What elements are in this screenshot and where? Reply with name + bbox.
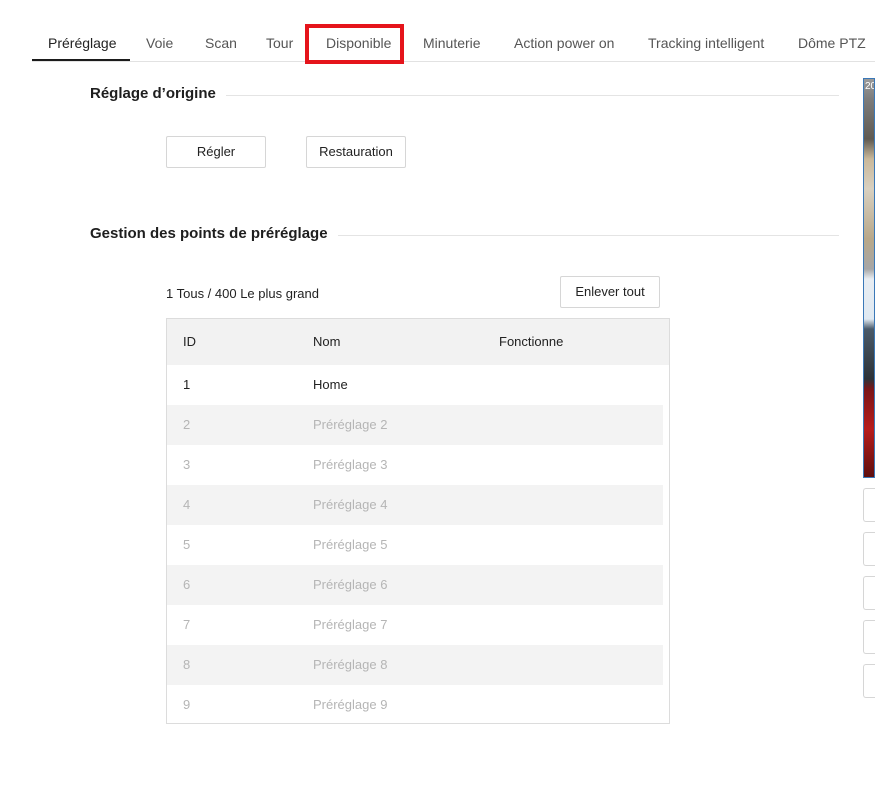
video-preview[interactable]: 20 [863, 78, 875, 478]
restore-button[interactable]: Restauration [306, 136, 406, 168]
ptz-control-button[interactable] [863, 488, 875, 522]
ptz-control-button[interactable] [863, 664, 875, 698]
row-name: Préréglage 7 [313, 617, 388, 632]
row-id: 7 [183, 617, 191, 632]
remove-all-button[interactable]: Enlever tout [560, 276, 660, 308]
row-id: 9 [183, 697, 191, 712]
ptz-control-button[interactable] [863, 532, 875, 566]
table-row[interactable]: 6 Préréglage 6 [167, 565, 663, 605]
tab-available[interactable]: Disponible [326, 26, 391, 62]
row-id: 6 [183, 577, 191, 592]
tab-timer[interactable]: Minuterie [423, 26, 481, 62]
row-name: Préréglage 4 [313, 497, 388, 512]
preview-timestamp: 20 [865, 81, 874, 92]
row-name: Préréglage 5 [313, 537, 388, 552]
preset-section-header: Gestion des points de préréglage [90, 225, 839, 247]
preset-count: 1 Tous / 400 Le plus grand [166, 286, 319, 301]
tab-tour[interactable]: Tour [266, 26, 293, 62]
preset-section-title: Gestion des points de préréglage [90, 225, 338, 242]
row-name: Préréglage 6 [313, 577, 388, 592]
table-row[interactable]: 4 Préréglage 4 [167, 485, 663, 525]
row-id: 5 [183, 537, 191, 552]
row-name: Home [313, 377, 348, 392]
tab-scan[interactable]: Scan [205, 26, 237, 62]
row-id: 2 [183, 417, 191, 432]
tab-smart-tracking[interactable]: Tracking intelligent [648, 26, 764, 62]
table-row[interactable]: 7 Préréglage 7 [167, 605, 663, 645]
row-name: Préréglage 3 [313, 457, 388, 472]
row-id: 1 [183, 377, 191, 392]
tab-lane[interactable]: Voie [146, 26, 173, 62]
table-row[interactable]: 8 Préréglage 8 [167, 645, 663, 685]
row-name: Préréglage 9 [313, 697, 388, 712]
table-row[interactable]: 5 Préréglage 5 [167, 525, 663, 565]
row-id: 8 [183, 657, 191, 672]
origin-section-title: Réglage d’origine [90, 85, 226, 102]
tab-ptz-dome[interactable]: Dôme PTZ [798, 26, 866, 62]
active-tab-indicator [32, 59, 130, 61]
tab-bar: Préréglage Voie Scan Tour Disponible Min… [32, 26, 875, 62]
table-body: 1 Home 2 Préréglage 2 3 Préréglage 3 4 P… [167, 365, 663, 725]
set-origin-button[interactable]: Régler [166, 136, 266, 168]
row-name: Préréglage 8 [313, 657, 388, 672]
column-header-function: Fonctionne [499, 334, 564, 349]
table-header: ID Nom Fonctionne [167, 319, 669, 365]
row-id: 3 [183, 457, 191, 472]
row-id: 4 [183, 497, 191, 512]
origin-section-header: Réglage d’origine [90, 85, 839, 107]
table-row[interactable]: 1 Home [167, 365, 663, 405]
column-header-name: Nom [313, 334, 341, 349]
tab-preset[interactable]: Préréglage [48, 26, 117, 62]
ptz-control-button[interactable] [863, 576, 875, 610]
row-name: Préréglage 2 [313, 417, 388, 432]
preset-table: ID Nom Fonctionne 1 Home 2 Préréglage 2 … [166, 318, 670, 724]
tab-power-on-action[interactable]: Action power on [514, 26, 614, 62]
column-header-id: ID [183, 334, 196, 349]
ptz-control-button[interactable] [863, 620, 875, 654]
table-row[interactable]: 2 Préréglage 2 [167, 405, 663, 445]
table-row[interactable]: 3 Préréglage 3 [167, 445, 663, 485]
table-row[interactable]: 9 Préréglage 9 [167, 685, 663, 725]
